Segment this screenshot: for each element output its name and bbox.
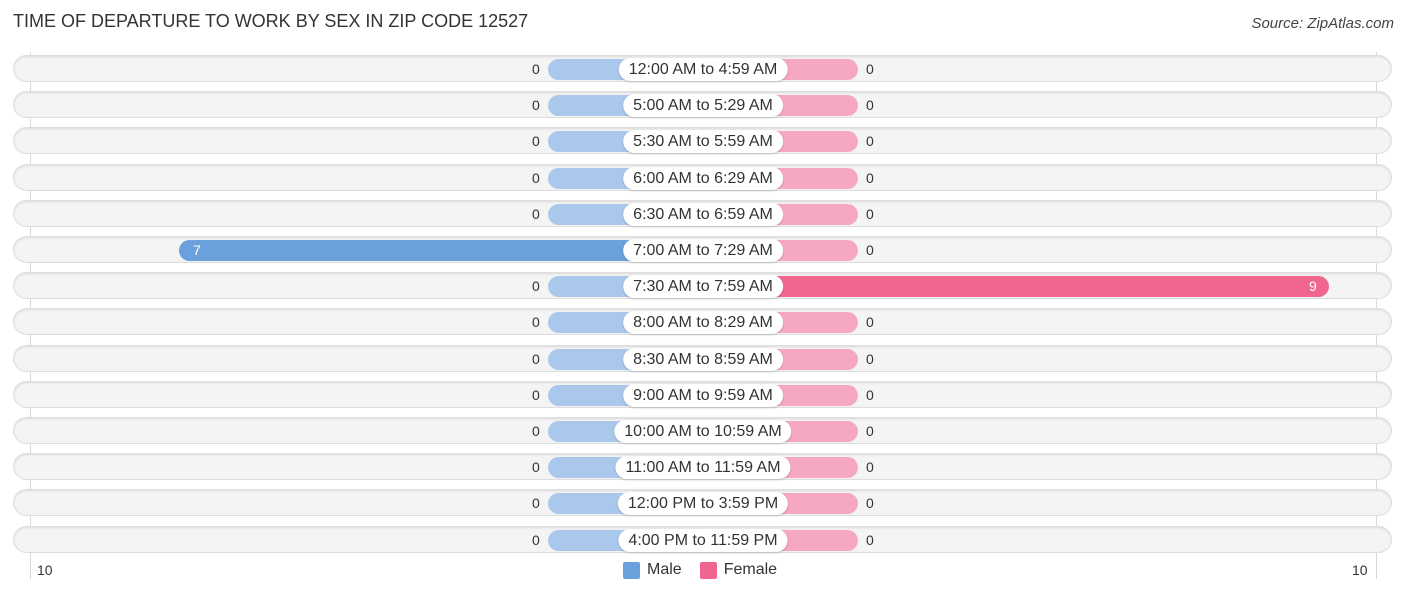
category-label: 5:00 AM to 5:29 AM (623, 94, 783, 118)
value-label-male: 0 (532, 278, 540, 295)
category-label: 7:00 AM to 7:29 AM (623, 239, 783, 262)
tick-label-left: 10 (37, 562, 53, 578)
value-label-male: 0 (532, 350, 540, 367)
table-row: 0 0 10:00 AM to 10:59 AM (13, 417, 1392, 444)
category-label: 5:30 AM to 5:59 AM (623, 130, 783, 154)
table-row: 0 0 8:30 AM to 8:59 AM (13, 344, 1392, 372)
legend-swatch-female (699, 561, 717, 579)
category-label: 11:00 AM to 11:59 AM (615, 456, 791, 480)
value-label-male: 0 (532, 205, 540, 222)
table-row: 0 0 4:00 PM to 11:59 PM (13, 525, 1392, 553)
category-label: 12:00 AM to 4:59 AM (618, 58, 788, 81)
value-label-female: 0 (866, 97, 874, 114)
chart-title: TIME OF DEPARTURE TO WORK BY SEX IN ZIP … (13, 11, 529, 31)
category-label: 8:30 AM to 8:59 AM (623, 347, 783, 371)
value-label-female: 0 (866, 61, 874, 77)
category-label: 6:00 AM to 6:29 AM (623, 166, 783, 190)
category-label: 7:30 AM to 7:59 AM (623, 275, 783, 299)
value-label-male: 0 (532, 61, 540, 77)
value-label-male: 0 (532, 459, 540, 476)
category-label: 8:00 AM to 8:29 AM (623, 311, 783, 335)
tick-label-right: 10 (1352, 562, 1368, 578)
table-row: 0 0 11:00 AM to 11:59 AM (13, 453, 1392, 481)
value-label-female: 0 (866, 133, 874, 150)
legend-item-female: Female (699, 561, 778, 579)
value-label-male: 0 (532, 531, 540, 548)
value-label-female: 0 (866, 459, 874, 476)
table-row: 0 0 8:00 AM to 8:29 AM (13, 308, 1392, 336)
value-label-female: 0 (866, 314, 874, 331)
category-label: 10:00 AM to 10:59 AM (614, 420, 792, 443)
table-row: 7 0 7:00 AM to 7:29 AM (13, 236, 1392, 263)
table-row: 0 0 12:00 PM to 3:59 PM (13, 489, 1392, 517)
value-label-male: 7 (193, 242, 201, 258)
value-label-female: 0 (866, 242, 874, 258)
table-row: 0 0 5:30 AM to 5:59 AM (13, 127, 1392, 155)
value-label-female: 0 (866, 205, 874, 222)
source-label: Source: ZipAtlas.com (1251, 15, 1394, 32)
value-label-male: 0 (532, 133, 540, 150)
table-row: 0 0 6:30 AM to 6:59 AM (13, 199, 1392, 227)
table-row: 0 0 6:00 AM to 6:29 AM (13, 163, 1392, 191)
table-row: 0 0 5:00 AM to 5:29 AM (13, 91, 1392, 119)
value-label-male: 0 (532, 169, 540, 186)
value-label-male: 0 (532, 423, 540, 439)
legend-item-male: Male (623, 561, 682, 579)
bar-female (703, 276, 1329, 298)
category-label: 6:30 AM to 6:59 AM (623, 202, 783, 226)
value-label-female: 0 (866, 386, 874, 403)
value-label-female: 0 (866, 531, 874, 548)
table-row: 0 9 7:30 AM to 7:59 AM (13, 272, 1392, 300)
legend-swatch-male (623, 561, 640, 579)
value-label-female: 0 (866, 495, 874, 512)
value-label-male: 0 (532, 386, 540, 403)
value-label-male: 0 (532, 314, 540, 331)
legend-label-male: Male (647, 561, 682, 578)
value-label-female: 0 (866, 350, 874, 367)
value-label-female: 0 (866, 169, 874, 186)
value-label-male: 0 (532, 97, 540, 114)
category-label: 4:00 PM to 11:59 PM (618, 528, 788, 552)
table-row: 0 0 9:00 AM to 9:59 AM (13, 380, 1392, 408)
legend: Male Female (623, 561, 795, 579)
category-label: 12:00 PM to 3:59 PM (617, 492, 789, 516)
value-label-female: 9 (1309, 278, 1317, 295)
value-label-male: 0 (532, 495, 540, 512)
table-row: 0 0 12:00 AM to 4:59 AM (13, 55, 1392, 82)
value-label-female: 0 (866, 423, 874, 439)
category-label: 9:00 AM to 9:59 AM (623, 383, 783, 407)
legend-label-female: Female (723, 561, 778, 578)
